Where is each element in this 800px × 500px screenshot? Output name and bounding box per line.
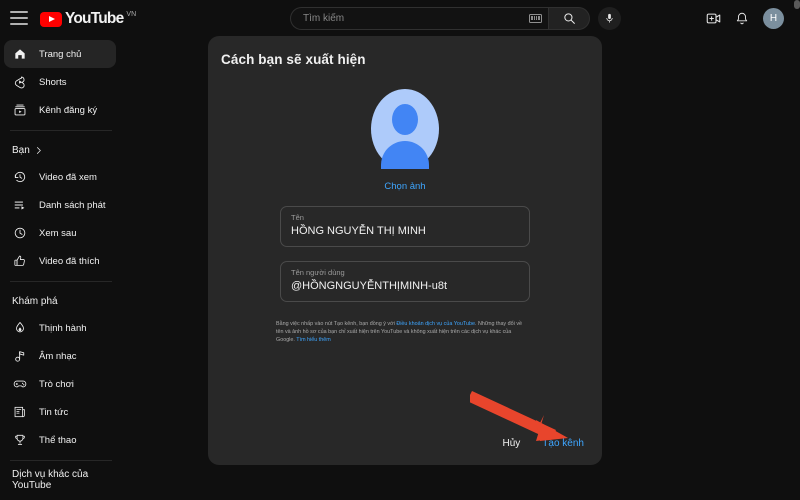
- sidebar-label-gaming: Trò chơi: [39, 378, 74, 390]
- sidebar-section-you[interactable]: Bạn: [0, 137, 122, 163]
- search-icon: [563, 12, 575, 24]
- sidebar-label-liked-videos: Video đã thích: [39, 255, 100, 267]
- youtube-play-icon: [40, 11, 62, 27]
- username-field-label: Tên người dùng: [291, 268, 345, 277]
- terms-of-service-link[interactable]: Điều khoản dịch vụ của YouTube: [396, 321, 475, 327]
- username-field[interactable]: Tên người dùng @HỒNGNGUYỄNTHỊMINH-u8t: [280, 261, 530, 302]
- search-bar: Tìm kiếm: [290, 6, 590, 30]
- gaming-controller-icon: [12, 377, 27, 392]
- sidebar-label-news: Tin tức: [39, 406, 69, 418]
- playlist-icon: [12, 198, 27, 213]
- search-button[interactable]: [548, 6, 590, 30]
- name-field-value: HỒNG NGUYỄN THỊ MINH: [291, 225, 426, 237]
- legal-text: Bằng việc nhấp vào nút Tạo kênh, bạn đồn…: [276, 320, 524, 344]
- microphone-icon: [606, 13, 613, 23]
- news-icon: [12, 405, 27, 420]
- sidebar-label-history: Video đã xem: [39, 171, 97, 183]
- create-video-button[interactable]: [706, 11, 721, 26]
- sidebar-section-explore: Khám phá: [0, 288, 122, 314]
- sidebar-label-playlists: Danh sách phát: [39, 199, 106, 211]
- sidebar-item-subscriptions[interactable]: Kênh đăng ký: [4, 96, 116, 124]
- cancel-button[interactable]: Hủy: [501, 436, 523, 451]
- sidebar-item-history[interactable]: Video đã xem: [4, 163, 116, 191]
- sidebar-label-subscriptions: Kênh đăng ký: [39, 104, 98, 116]
- create-channel-button[interactable]: Tạo kênh: [540, 436, 586, 451]
- sidebar-label-sports: Thể thao: [39, 434, 77, 446]
- sidebar-section-more-label: Dịch vụ khác của YouTube: [12, 469, 89, 491]
- sidebar-label-home: Trang chủ: [39, 48, 82, 60]
- search-placeholder: Tìm kiếm: [303, 12, 345, 24]
- scrollbar-thumb[interactable]: [794, 0, 800, 9]
- trending-flame-icon: [12, 321, 27, 336]
- youtube-logo-country: VN: [126, 10, 137, 18]
- sidebar-section-explore-label: Khám phá: [12, 295, 58, 307]
- sidebar-label-trending: Thịnh hành: [39, 322, 87, 334]
- sidebar-divider-1: [10, 130, 112, 131]
- search-input[interactable]: Tìm kiếm: [290, 6, 548, 30]
- sidebar-item-trending[interactable]: Thịnh hành: [4, 314, 116, 342]
- dialog-actions: Hủy Tạo kênh: [501, 436, 587, 451]
- sidebar-section-more: Dịch vụ khác của YouTube: [0, 467, 122, 493]
- sidebar-divider-2: [10, 281, 112, 282]
- sidebar-item-home[interactable]: Trang chủ: [4, 40, 116, 68]
- sidebar-item-news[interactable]: Tin tức: [4, 398, 116, 426]
- sidebar-item-liked-videos[interactable]: Video đã thích: [4, 247, 116, 275]
- youtube-page: YouTube VN Tìm kiếm H Trang chủ Shorts K…: [0, 0, 800, 500]
- sidebar-item-music[interactable]: Âm nhạc: [4, 342, 116, 370]
- masthead-left: YouTube VN: [0, 10, 205, 27]
- name-field[interactable]: Tên HỒNG NGUYỄN THỊ MINH: [280, 206, 530, 247]
- sidebar-label-music: Âm nhạc: [39, 350, 77, 362]
- sidebar-item-sports[interactable]: Thể thao: [4, 426, 116, 454]
- masthead: YouTube VN Tìm kiếm H: [0, 0, 800, 36]
- keyboard-icon[interactable]: [529, 13, 542, 23]
- dialog-title: Cách bạn sẽ xuất hiện: [221, 52, 366, 67]
- sidebar-label-watch-later: Xem sau: [39, 227, 77, 239]
- voice-search-button[interactable]: [598, 6, 621, 30]
- sidebar-divider-3: [10, 460, 112, 461]
- sidebar: Trang chủ Shorts Kênh đăng ký Bạn Video …: [0, 36, 122, 500]
- music-note-icon: [12, 349, 27, 364]
- sidebar-label-shorts: Shorts: [39, 76, 67, 88]
- shorts-icon: [12, 75, 27, 90]
- sidebar-item-shorts[interactable]: Shorts: [4, 68, 116, 96]
- sidebar-item-gaming[interactable]: Trò chơi: [4, 370, 116, 398]
- masthead-right: H: [706, 7, 800, 29]
- dialog-body: Chọn ảnh Tên HỒNG NGUYỄN THỊ MINH Tên ng…: [208, 89, 602, 302]
- avatar[interactable]: H: [763, 7, 784, 29]
- history-icon: [12, 170, 27, 185]
- home-icon: [12, 47, 27, 62]
- sidebar-item-watch-later[interactable]: Xem sau: [4, 219, 116, 247]
- youtube-logo-text: YouTube: [65, 9, 124, 27]
- notifications-button[interactable]: [735, 11, 749, 26]
- sidebar-item-playlists[interactable]: Danh sách phát: [4, 191, 116, 219]
- watch-later-icon: [12, 226, 27, 241]
- hamburger-icon[interactable]: [10, 11, 28, 25]
- thumbs-up-icon: [12, 254, 27, 269]
- sidebar-section-you-label: Bạn: [12, 144, 30, 156]
- name-field-label: Tên: [291, 213, 304, 222]
- choose-photo-link[interactable]: Chọn ảnh: [280, 181, 530, 192]
- create-video-icon: [706, 13, 721, 23]
- page-scrollbar[interactable]: [794, 0, 800, 500]
- default-person-avatar: [371, 89, 439, 169]
- learn-more-link[interactable]: Tìm hiểu thêm: [296, 337, 330, 343]
- youtube-logo[interactable]: YouTube VN: [40, 10, 136, 27]
- username-field-value: @HỒNGNGUYỄNTHỊMINH-u8t: [291, 280, 448, 292]
- create-channel-dialog: Cách bạn sẽ xuất hiện Chọn ảnh Tên HỒNG …: [208, 36, 602, 465]
- subscriptions-icon: [12, 103, 27, 118]
- legal-part-1: Bằng việc nhấp vào nút Tạo kênh, bạn đồn…: [276, 321, 397, 327]
- chevron-right-icon: [36, 146, 41, 154]
- bell-icon: [736, 12, 748, 24]
- masthead-center: Tìm kiếm: [205, 6, 706, 30]
- trophy-icon: [12, 433, 27, 448]
